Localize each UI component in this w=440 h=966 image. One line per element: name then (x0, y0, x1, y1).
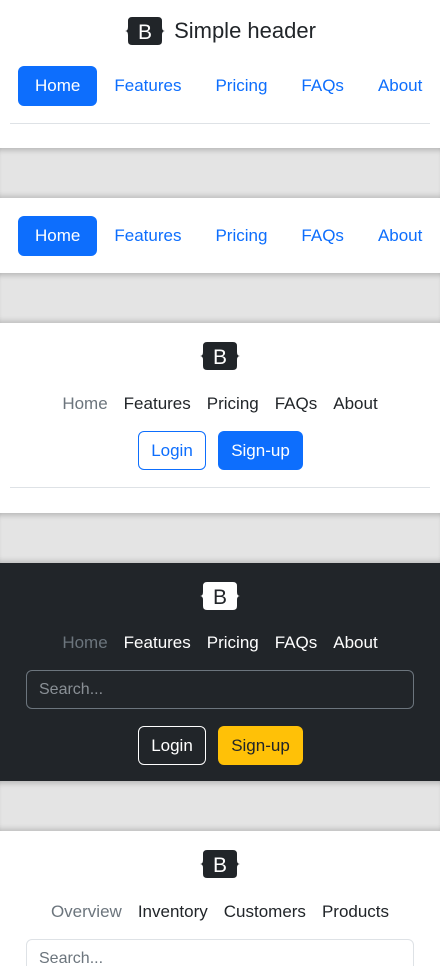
nav-links: Home Features Pricing FAQs About (0, 394, 440, 414)
login-button[interactable]: Login (138, 726, 206, 765)
nav-about[interactable]: About (361, 216, 439, 256)
nav-pricing[interactable]: Pricing (207, 633, 259, 653)
header-with-buttons: B Home Features Pricing FAQs About Login… (0, 323, 440, 513)
nav-home[interactable]: Home (18, 66, 98, 106)
header-app: B Overview Inventory Customers Products … (0, 831, 440, 966)
nav-pills: Home Features Pricing FAQs About (18, 66, 422, 106)
signup-button[interactable]: Sign-up (218, 726, 303, 765)
brand-title: Simple header (174, 18, 316, 43)
search-placeholder: Search... (39, 949, 104, 966)
nav-features[interactable]: Features (124, 633, 191, 653)
nav-about[interactable]: About (333, 394, 377, 414)
section-divider (0, 148, 440, 198)
nav-pricing[interactable]: Pricing (198, 216, 284, 256)
login-button[interactable]: Login (138, 431, 206, 470)
nav-products[interactable]: Products (322, 902, 389, 922)
nav-features[interactable]: Features (124, 394, 191, 414)
nav-links: Home Features Pricing FAQs About (0, 633, 440, 653)
svg-text:B: B (213, 854, 227, 877)
header-simple: B Simple header Home Features Pricing FA… (0, 0, 440, 148)
header-pills-only: Home Features Pricing FAQs About (0, 198, 440, 273)
section-divider (0, 513, 440, 563)
nav-home[interactable]: Home (62, 394, 107, 414)
bootstrap-logo-icon[interactable]: B (0, 339, 440, 373)
divider-line (10, 123, 430, 124)
nav-pricing[interactable]: Pricing (207, 394, 259, 414)
bootstrap-logo-icon: B (124, 14, 166, 48)
nav-about[interactable]: About (333, 633, 377, 653)
svg-text:B: B (213, 586, 227, 609)
nav-faqs[interactable]: FAQs (275, 633, 318, 653)
nav-features[interactable]: Features (97, 216, 198, 256)
section-divider (0, 781, 440, 831)
header-dark: B Home Features Pricing FAQs About Searc… (0, 563, 440, 781)
svg-text:B: B (213, 346, 227, 369)
nav-home[interactable]: Home (18, 216, 98, 256)
nav-inventory[interactable]: Inventory (138, 902, 208, 922)
nav-home[interactable]: Home (62, 633, 107, 653)
brand[interactable]: B Simple header (0, 14, 440, 48)
nav-faqs[interactable]: FAQs (275, 394, 318, 414)
nav-features[interactable]: Features (97, 66, 198, 106)
bootstrap-logo-icon[interactable]: B (0, 847, 440, 881)
divider-line (10, 487, 430, 488)
nav-overview[interactable]: Overview (51, 902, 122, 922)
nav-pills: Home Features Pricing FAQs About (18, 216, 422, 256)
nav-about[interactable]: About (361, 66, 439, 106)
signup-button[interactable]: Sign-up (218, 431, 303, 470)
nav-pricing[interactable]: Pricing (198, 66, 284, 106)
section-divider (0, 273, 440, 323)
nav-faqs[interactable]: FAQs (284, 216, 361, 256)
nav-faqs[interactable]: FAQs (284, 66, 361, 106)
search-placeholder: Search... (39, 680, 104, 698)
search-input[interactable]: Search... (26, 670, 414, 709)
bootstrap-logo-icon[interactable]: B (0, 579, 440, 613)
nav-customers[interactable]: Customers (224, 902, 306, 922)
svg-text:B: B (138, 21, 152, 44)
search-input[interactable]: Search... (26, 939, 414, 966)
nav-links: Overview Inventory Customers Products (0, 902, 440, 922)
